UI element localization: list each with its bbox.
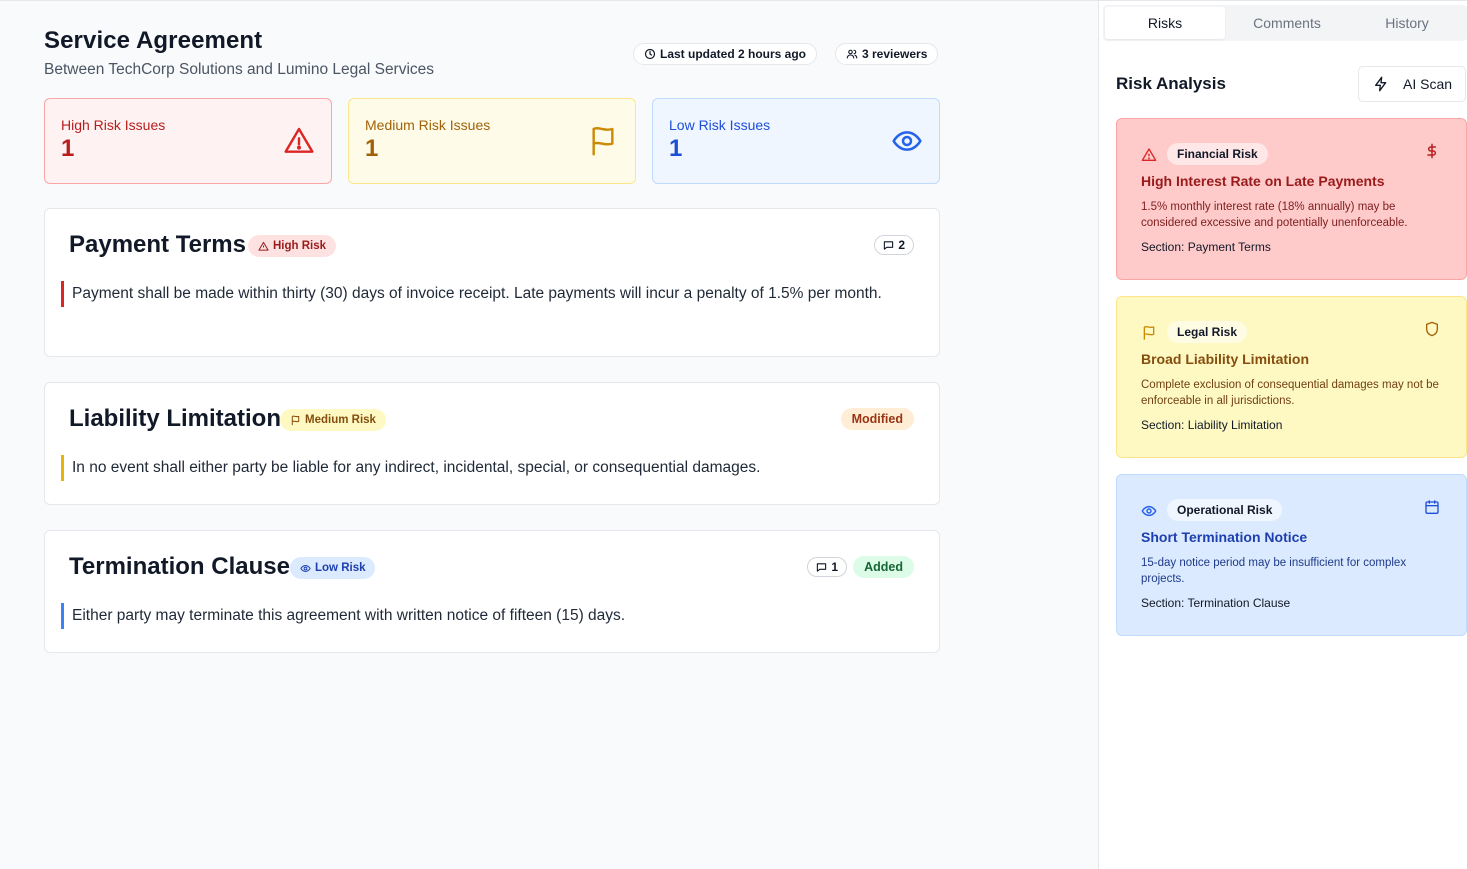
- risk-section: Section: Liability Limitation: [1141, 418, 1283, 432]
- medium-risk-label: Medium Risk Issues: [365, 117, 491, 133]
- shield-icon: [1426, 321, 1438, 337]
- tab-comments[interactable]: Comments: [1227, 5, 1347, 41]
- clause-text: Either party may terminate this agreemen…: [61, 603, 921, 629]
- clause-card-termination-clause[interactable]: Termination Clause Low Risk 1 Added Eith…: [44, 530, 940, 653]
- alert-triangle-icon: [258, 241, 269, 251]
- page-subtitle: Between TechCorp Solutions and Lumino Le…: [44, 61, 435, 78]
- low-risk-stat-card[interactable]: Low Risk Issues 1: [652, 98, 940, 184]
- ai-scan-button[interactable]: AI Scan: [1358, 66, 1466, 102]
- low-risk-count: 1: [669, 135, 683, 162]
- zap-icon: [1375, 76, 1387, 92]
- clause-title: Termination Clause: [69, 553, 290, 580]
- risk-description: Complete exclusion of consequential dama…: [1141, 379, 1439, 407]
- low-risk-label: Low Risk Issues: [669, 117, 771, 133]
- risk-card-operational[interactable]: Operational Risk Short Termination Notic…: [1116, 474, 1467, 636]
- clause-title: Liability Limitation: [69, 405, 282, 432]
- dollar-icon: [1427, 143, 1437, 159]
- clause-card-payment-terms[interactable]: Payment Terms High Risk 2 Payment shall …: [44, 208, 940, 357]
- last-updated-badge: Last updated 2 hours ago: [633, 43, 818, 65]
- clause-text: Payment shall be made within thirty (30)…: [61, 281, 901, 307]
- high-risk-stat-card[interactable]: High Risk Issues 1: [44, 98, 332, 184]
- status-badge: Modified: [840, 408, 914, 430]
- risk-card-financial[interactable]: Financial Risk High Interest Rate on Lat…: [1116, 118, 1467, 280]
- comment-count: 2: [898, 238, 905, 252]
- flag-icon: [291, 415, 300, 425]
- comment-count-button[interactable]: 2: [874, 235, 914, 255]
- eye-icon: [892, 131, 922, 151]
- flag-icon: [592, 127, 614, 156]
- clause-title: Payment Terms: [69, 231, 246, 258]
- tab-history[interactable]: History: [1347, 5, 1467, 41]
- reviewers-badge[interactable]: 3 reviewers: [835, 43, 939, 65]
- eye-icon: [1141, 505, 1157, 517]
- status-badge: Added: [853, 556, 914, 578]
- risk-badge-label: High Risk: [273, 240, 327, 252]
- risk-title: High Interest Rate on Late Payments: [1141, 173, 1385, 189]
- page-title: Service Agreement: [44, 27, 263, 54]
- high-risk-label: High Risk Issues: [61, 117, 166, 133]
- risk-badge-medium: Medium Risk: [280, 409, 386, 431]
- risk-description: 1.5% monthly interest rate (18% annually…: [1141, 201, 1408, 229]
- risk-title: Short Termination Notice: [1141, 529, 1308, 545]
- risk-section: Section: Termination Clause: [1141, 596, 1291, 610]
- medium-risk-stat-card[interactable]: Medium Risk Issues 1: [348, 98, 636, 184]
- risk-category-badge: Legal Risk: [1167, 321, 1248, 343]
- risk-category-badge: Operational Risk: [1167, 499, 1283, 521]
- risk-category-badge: Financial Risk: [1167, 143, 1268, 165]
- last-updated-text: Last updated 2 hours ago: [660, 47, 807, 61]
- clock-icon: [644, 48, 656, 60]
- risk-badge-label: Low Risk: [315, 562, 366, 574]
- ai-scan-label: AI Scan: [1403, 76, 1453, 92]
- clause-text: In no event shall either party be liable…: [61, 455, 921, 481]
- risk-analysis-heading: Risk Analysis: [1116, 74, 1226, 93]
- comment-count: 1: [831, 560, 838, 574]
- alert-triangle-icon: [284, 127, 314, 153]
- users-icon: [846, 49, 858, 59]
- flag-icon: [1143, 325, 1155, 340]
- message-icon: [884, 240, 894, 250]
- clause-card-liability-limitation[interactable]: Liability Limitation Medium Risk Modifie…: [44, 382, 940, 505]
- risk-card-legal[interactable]: Legal Risk Broad Liability Limitation Co…: [1116, 296, 1467, 458]
- high-risk-count: 1: [61, 135, 75, 162]
- reviewers-text: 3 reviewers: [862, 47, 928, 61]
- medium-risk-count: 1: [365, 135, 379, 162]
- tab-risks[interactable]: Risks: [1105, 7, 1225, 39]
- sidebar-tabs: Risks Comments History: [1103, 5, 1467, 41]
- risk-sidebar: Risks Comments History Risk Analysis AI …: [1098, 0, 1467, 869]
- calendar-icon: [1425, 500, 1439, 514]
- document-panel: Service Agreement Between TechCorp Solut…: [0, 0, 1098, 869]
- risk-title: Broad Liability Limitation: [1141, 351, 1310, 367]
- risk-section: Section: Payment Terms: [1141, 240, 1271, 254]
- comment-count-button[interactable]: 1: [807, 557, 847, 577]
- risk-description: 15-day notice period may be insufficient…: [1141, 557, 1407, 585]
- risk-badge-low: Low Risk: [290, 557, 376, 579]
- alert-triangle-icon: [1141, 148, 1157, 161]
- eye-icon: [300, 564, 311, 572]
- message-icon: [817, 562, 827, 572]
- risk-badge-high: High Risk: [248, 235, 337, 257]
- risk-badge-label: Medium Risk: [305, 414, 376, 426]
